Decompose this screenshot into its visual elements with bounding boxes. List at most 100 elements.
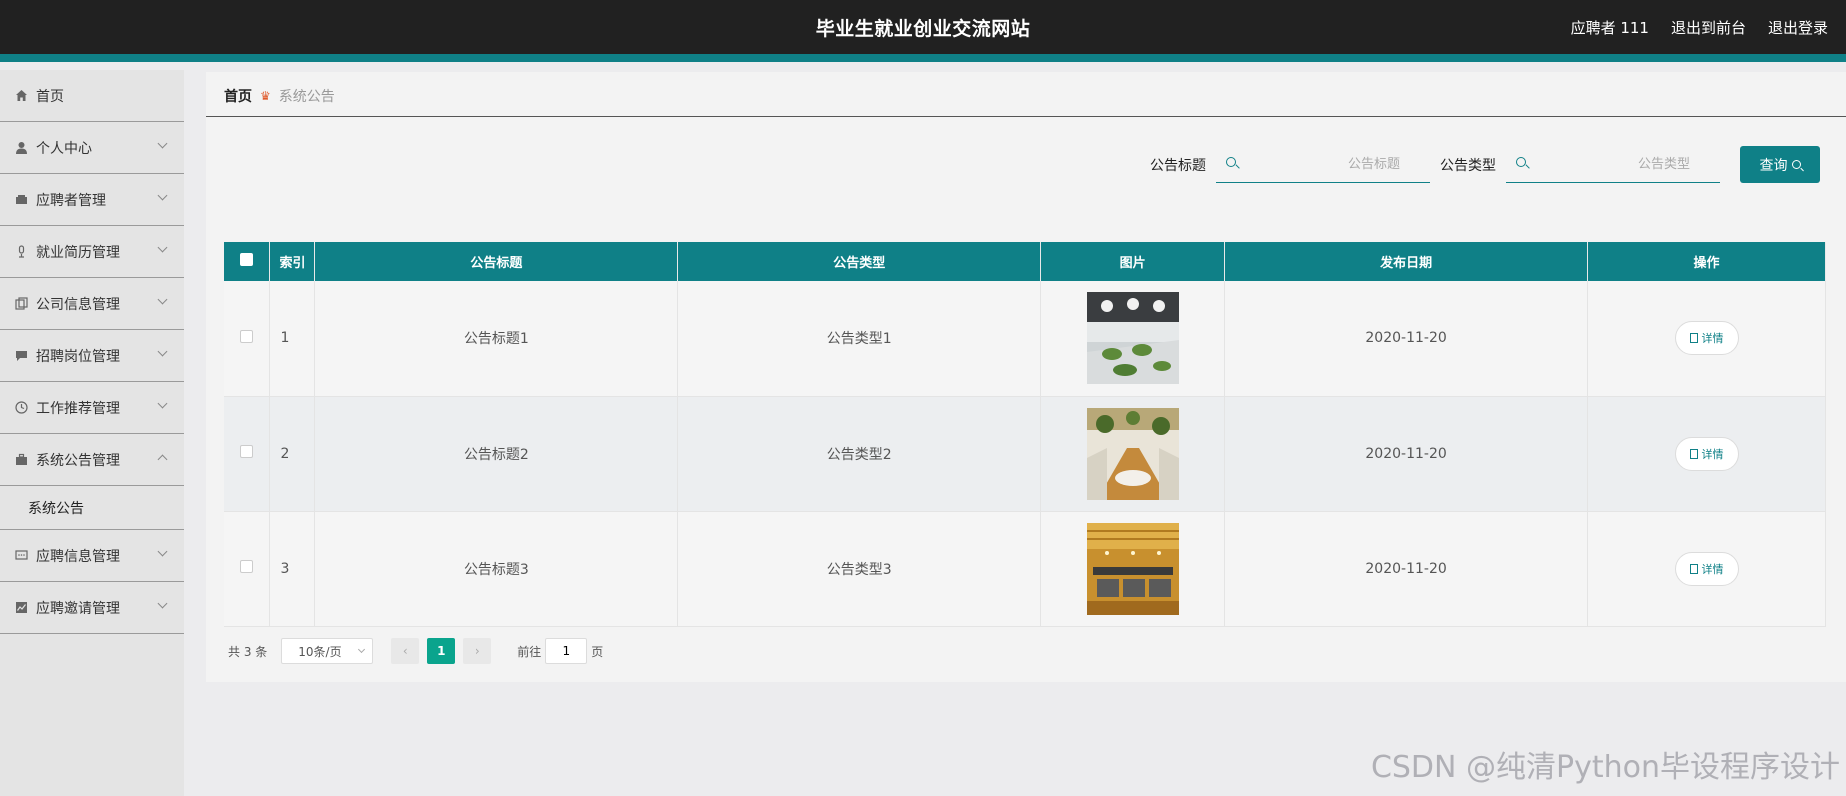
chevron-down-icon [157,346,168,357]
column-header-actions: 操作 [1587,242,1826,281]
row-checkbox[interactable] [240,329,254,343]
chevron-down-icon [157,546,168,557]
wallet-icon [14,193,28,207]
sidebar-item-label: 应聘者管理 [36,192,106,209]
sidebar-item-label: 招聘岗位管理 [36,348,120,365]
row-image-cell [1040,396,1226,512]
sidebar-item-recommendation-management[interactable]: 工作推荐管理 [0,382,184,434]
table-header-row: 索引 公告标题 公告类型 图片 发布日期 操作 [224,242,1826,281]
row-date: 2020-11-20 [1224,511,1589,627]
detail-button[interactable]: 详情 [1674,436,1739,471]
row-checkbox[interactable] [240,445,254,458]
chart-icon [14,601,28,615]
sidebar-item-invitation-management[interactable]: 应聘邀请管理 [0,582,184,634]
announcement-table: 索引 公告标题 公告类型 图片 发布日期 操作 1 公告标题1 公告类型1 20… [224,242,1826,627]
column-header-type: 公告类型 [677,242,1042,281]
next-page-button[interactable]: › [463,638,492,664]
sidebar-item-applicant-management[interactable]: 应聘者管理 [0,174,184,226]
sidebar-item-application-info-management[interactable]: 应聘信息管理 [0,530,184,582]
row-actions-cell: 详情 [1587,396,1826,512]
total-count: 共 3 条 [228,644,268,659]
column-header-image: 图片 [1040,242,1226,281]
row-index: 2 [269,396,316,512]
row-date: 2020-11-20 [1224,281,1589,397]
watermark: CSDN @纯清Python毕设程序设计 [1370,750,1840,785]
microphone-icon [14,245,28,259]
title-search-label: 公告标题 [1150,157,1206,174]
breadcrumb-divider [206,116,1846,117]
chevron-down-icon [157,138,168,149]
row-title: 公告标题2 [314,396,679,512]
logout-link[interactable]: 退出登录 [1768,17,1828,38]
table-row: 2 公告标题2 公告类型2 2020-11-20 详情 [224,396,1826,512]
row-image-cell [1040,511,1226,627]
sidebar-item-label: 应聘邀请管理 [36,600,120,617]
title-search-input[interactable] [1246,146,1426,183]
page-size-select[interactable]: 10条/页 [281,638,374,664]
table-row: 3 公告标题3 公告类型3 2020-11-20 详情 [224,511,1826,627]
user-icon [14,141,28,155]
detail-button-label: 详情 [1701,562,1724,576]
detail-button[interactable]: 详情 [1674,321,1739,356]
chevron-down-icon [157,242,168,253]
detail-button-label: 详情 [1701,332,1724,346]
current-user-label: 应聘者 111 [1570,19,1649,37]
row-checkbox[interactable] [240,560,254,573]
row-actions-cell: 详情 [1587,281,1826,397]
search-icon [1516,156,1526,167]
detail-button[interactable]: 详情 [1674,551,1739,586]
sidebar-item-personal-center[interactable]: 个人中心 [0,122,184,174]
breadcrumb-home[interactable]: 首页 [224,86,252,106]
row-index: 1 [269,281,316,397]
type-search-label: 公告类型 [1440,157,1496,174]
type-search-input[interactable] [1536,146,1716,183]
breadcrumb: 首页 ♛ 系统公告 [224,86,335,106]
breadcrumb-current: 系统公告 [278,89,335,105]
sidebar-item-label: 就业简历管理 [36,244,120,261]
select-all-checkbox[interactable] [240,253,254,266]
column-header-date: 发布日期 [1224,242,1589,281]
row-type: 公告类型1 [677,281,1042,397]
goto-label: 前往 [517,644,542,659]
message-icon [14,349,28,363]
type-search-field [1506,146,1720,183]
document-icon [1689,333,1698,344]
sidebar-subitem-announcement[interactable]: 系统公告 [0,486,184,530]
announcement-image [1086,522,1179,615]
row-index: 3 [269,511,316,627]
sidebar-item-home[interactable]: 首页 [0,70,184,122]
sidebar-item-job-management[interactable]: 招聘岗位管理 [0,330,184,382]
chevron-up-icon [157,454,168,465]
announcement-image [1086,292,1179,385]
sidebar-item-company-management[interactable]: 公司信息管理 [0,278,184,330]
chevron-down-icon [157,398,168,409]
chevron-down-icon [157,598,168,609]
main-content: 首页 ♛ 系统公告 公告标题 公告类型 查询 索引 公告标题 公告类 [206,72,1846,682]
sidebar-item-label: 公司信息管理 [36,296,120,313]
row-type: 公告类型2 [677,396,1042,512]
row-title: 公告标题1 [314,281,679,397]
sidebar: 首页 个人中心 应聘者管理 就业简历管理 公司信息管理 招聘岗位管理 工作推荐管… [0,70,184,796]
sidebar-item-label: 应聘信息管理 [36,548,120,565]
sidebar-item-resume-management[interactable]: 就业简历管理 [0,226,184,278]
row-date: 2020-11-20 [1224,396,1589,512]
top-right-links: 应聘者 111 退出到前台 退出登录 [1571,17,1828,38]
pagination: 共 3 条 10条/页 ‹ 1 › 前往 页 [228,638,603,664]
query-button[interactable]: 查询 [1740,146,1820,183]
sidebar-item-label: 个人中心 [36,140,92,157]
page-number-button[interactable]: 1 [427,638,456,664]
exit-to-front-link[interactable]: 退出到前台 [1671,17,1746,38]
home-icon [14,89,28,103]
search-icon [1791,160,1801,169]
row-actions-cell: 详情 [1587,511,1826,627]
prev-page-button[interactable]: ‹ [391,638,420,664]
goto-page-input[interactable] [545,638,588,664]
row-select-cell [224,511,271,627]
search-icon [1226,156,1236,167]
query-button-label: 查询 [1759,157,1788,174]
title-search-field [1216,146,1430,183]
row-title: 公告标题3 [314,511,679,627]
sidebar-item-announcement-management[interactable]: 系统公告管理 [0,434,184,486]
sidebar-item-label: 首页 [36,88,64,105]
row-image-cell [1040,281,1226,397]
